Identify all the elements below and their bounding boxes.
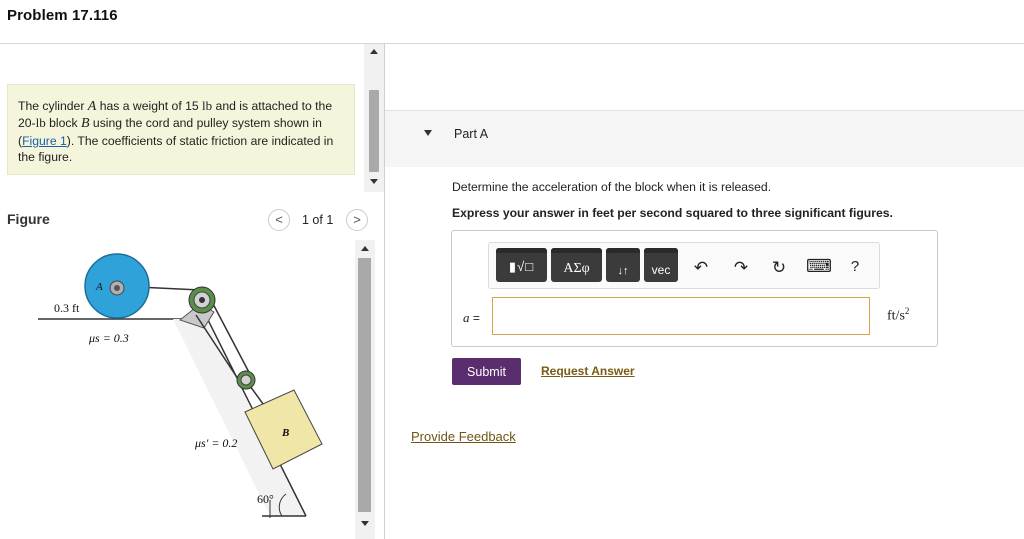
undo-icon[interactable]: ↶ [691,258,711,278]
instruction-text: Express your answer in feet per second s… [452,206,893,220]
units-text: ft/s [887,308,905,324]
fig-scroll-thumb[interactable] [358,258,371,512]
problem-text-2: has a weight of 15 [96,99,203,113]
problem-text-1: The cylinder [18,99,88,113]
greek-button[interactable]: ΑΣφ [551,248,602,282]
fig-scroll-down-icon[interactable] [361,521,369,526]
templates-button[interactable]: ▮√□ [496,248,547,282]
help-icon[interactable]: ? [845,258,865,275]
unit-lb-2: lb [35,115,46,131]
greek-icon: ΑΣφ [563,261,590,276]
figure-pager: 1 of 1 [302,213,334,227]
label-angle: 60° [257,492,274,506]
vec-icon: vec [651,263,671,277]
arrows-icon: ↓↑ [617,265,629,277]
scroll-down-arrow-icon[interactable] [370,179,378,184]
scroll-up-arrow-icon[interactable] [370,49,378,54]
templates-icon: ▮√□ [508,259,535,274]
label-mu-2: μs′ = 0.2 [194,436,237,450]
problem-text-4: block [45,116,81,131]
problem-scrollbar[interactable] [364,44,384,192]
question-text: Determine the acceleration of the block … [452,180,772,194]
pulley-system-diagram: A 0.3 ft μs = 0.3 B μs′ = 0.2 60° [38,253,323,518]
provide-feedback-link[interactable]: Provide Feedback [411,429,516,444]
vec-button[interactable]: vec [644,248,678,282]
figure-scrollbar[interactable] [355,240,375,539]
arrows-button[interactable]: ↓↑ [606,248,640,282]
fig-scroll-up-icon[interactable] [361,246,369,251]
label-block-b: B [281,427,289,439]
label-cyl-a: A [95,281,103,293]
answer-input[interactable] [492,297,870,335]
answer-units: ft/s2 [887,306,909,325]
label-radius: 0.3 ft [54,301,80,315]
var-b: B [80,116,90,132]
redo-icon[interactable]: ↷ [731,258,751,278]
equals-sign: = [469,311,480,325]
units-exponent: 2 [904,306,910,316]
collapse-caret-icon[interactable] [424,130,432,136]
figure-area: A 0.3 ft μs = 0.3 B μs′ = 0.2 60° [0,240,355,539]
unit-lb-1: lb [202,98,213,113]
page-title: Problem 17.116 [7,7,118,24]
scroll-thumb[interactable] [369,90,379,172]
keyboard-icon[interactable]: ⌨ [806,256,832,277]
figure-label: Figure [7,211,50,227]
prev-figure-button[interactable]: < [268,209,290,231]
submit-button[interactable]: Submit [452,358,521,385]
figure-link[interactable]: Figure 1 [22,134,67,148]
label-mu-1: μs = 0.3 [88,331,129,345]
problem-statement: The cylinder A has a weight of 15 lb and… [7,84,355,175]
part-a-title[interactable]: Part A [454,127,488,141]
answer-variable-label: a = [463,310,480,326]
next-figure-button[interactable]: > [346,209,368,231]
reset-icon[interactable]: ↻ [769,258,789,278]
request-answer-link[interactable]: Request Answer [541,364,635,378]
